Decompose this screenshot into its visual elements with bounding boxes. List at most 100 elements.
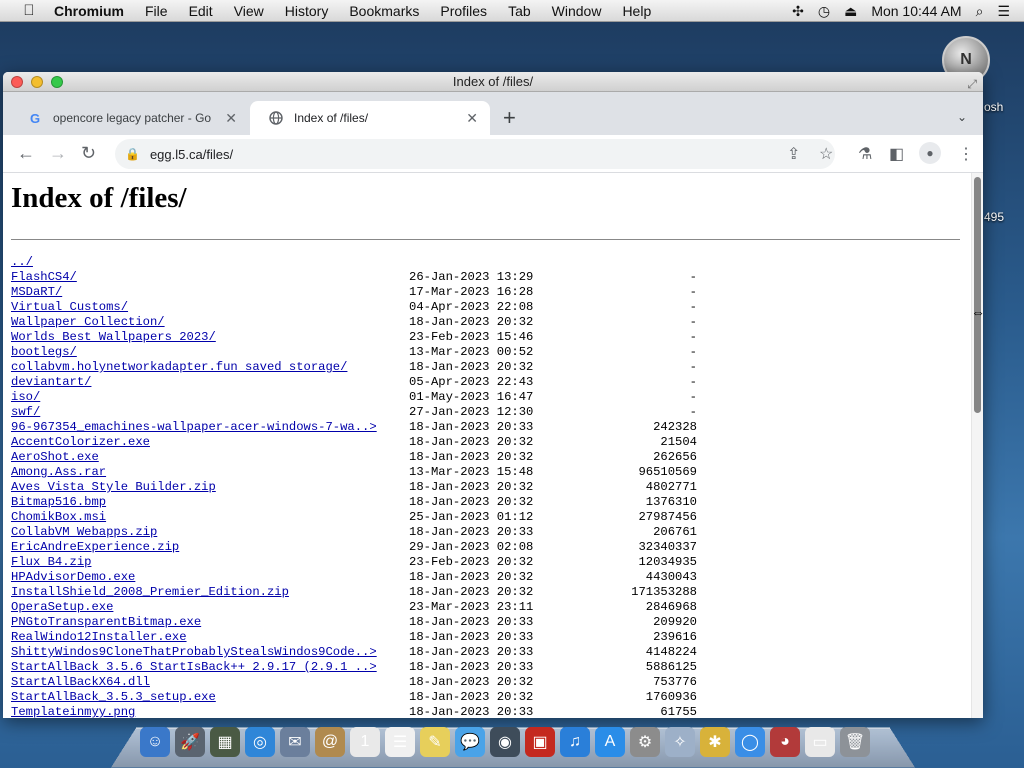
file-link[interactable]: bootlegs/ [11, 345, 77, 360]
file-link[interactable]: StartAllBack 3.5.6 StartIsBack++ 2.9.17 … [11, 660, 377, 675]
file-link[interactable]: Worlds Best Wallpapers 2023/ [11, 330, 216, 345]
chromium-icon[interactable]: ◯ [735, 727, 765, 757]
time-machine-icon[interactable]: ◷ [818, 3, 830, 20]
menu-clock[interactable]: Mon 10:44 AM [871, 3, 961, 19]
mail-icon[interactable]: ✉ [280, 727, 310, 757]
bluetooth-icon[interactable]: ✣ [792, 3, 804, 20]
file-link[interactable]: swf/ [11, 405, 40, 420]
table-row: bootlegs/13-Mar-2023 00:52 - [11, 345, 971, 360]
list-icon[interactable]: ☰ [997, 3, 1010, 20]
window-minimize-button[interactable] [31, 76, 43, 88]
finder-icon[interactable]: ☺ [140, 727, 170, 757]
profile-avatar-icon[interactable]: ● [919, 142, 941, 164]
file-link[interactable]: Templateinmyy.png [11, 705, 135, 718]
apple-menu-icon[interactable]:  [18, 2, 40, 19]
menu-file[interactable]: File [145, 3, 168, 19]
facetime-icon[interactable]: ◉ [490, 727, 520, 757]
system-preferences-icon[interactable]: ⚙ [630, 727, 660, 757]
safari-icon[interactable]: ◎ [245, 727, 275, 757]
file-size: 27987456 [638, 510, 697, 524]
app-store-icon[interactable]: A [595, 727, 625, 757]
trash-icon[interactable]: 🗑 [840, 727, 870, 757]
file-link[interactable]: HPAdvisorDemo.exe [11, 570, 135, 585]
file-link[interactable]: MSDaRT/ [11, 285, 62, 300]
file-link[interactable]: AeroShot.exe [11, 450, 99, 465]
bookmark-star-icon[interactable]: ☆ [819, 144, 833, 164]
table-row: Worlds Best Wallpapers 2023/23-Feb-2023 … [11, 330, 971, 345]
reload-button[interactable]: ↻ [81, 144, 96, 162]
menu-tab[interactable]: Tab [508, 3, 531, 19]
fullscreen-icon[interactable]: ⤢ [967, 74, 977, 94]
spotlight-icon[interactable]: ⌕ [976, 3, 984, 20]
file-link[interactable]: Bitmap516.bmp [11, 495, 106, 510]
vertical-scrollbar[interactable] [971, 173, 983, 718]
mission-control-icon[interactable]: ▦ [210, 727, 240, 757]
address-url[interactable]: egg.l5.ca/files/ [150, 147, 233, 162]
contacts-icon[interactable]: @ [315, 727, 345, 757]
scrollbar-thumb[interactable] [974, 177, 981, 413]
file-link[interactable]: AccentColorizer.exe [11, 435, 150, 450]
calendar-icon[interactable]: 1 [350, 727, 380, 757]
forward-button[interactable]: → [49, 144, 67, 162]
notes-icon[interactable]: ✎ [420, 727, 450, 757]
file-link[interactable]: CollabVM Webapps.zip [11, 525, 157, 540]
menu-help[interactable]: Help [622, 3, 651, 19]
address-bar[interactable]: 🔒 egg.l5.ca/files/ ⇪ ☆ [115, 139, 835, 169]
tab-search-chevron-icon[interactable]: ⌄ [957, 110, 967, 124]
game-icon[interactable]: ◕ [770, 727, 800, 757]
menu-app-name[interactable]: Chromium [54, 3, 124, 19]
file-link[interactable]: RealWindo12Installer.exe [11, 630, 187, 645]
file-link[interactable]: Flux B4.zip [11, 555, 91, 570]
file-link[interactable]: collabvm.holynetworkadapter.fun saved st… [11, 360, 347, 375]
file-date: 27-Jan-2023 12:30 [409, 405, 534, 419]
messages-icon[interactable]: 💬 [455, 727, 485, 757]
file-date: 18-Jan-2023 20:32 [409, 450, 534, 464]
tab-index-files[interactable]: Index of /files/ ✕ [250, 101, 490, 135]
menu-history[interactable]: History [285, 3, 329, 19]
side-panel-icon[interactable]: ◧ [889, 144, 904, 164]
file-link[interactable]: InstallShield_2008_Premier_Edition.zip [11, 585, 289, 600]
menu-window[interactable]: Window [552, 3, 602, 19]
new-tab-button[interactable]: + [503, 107, 516, 129]
eject-icon[interactable]: ⏏ [844, 3, 857, 20]
file-date: 18-Jan-2023 20:32 [409, 570, 534, 584]
launchpad-icon[interactable]: 🚀 [175, 727, 205, 757]
lock-icon[interactable]: 🔒 [125, 147, 140, 161]
file-link[interactable]: Virtual Customs/ [11, 300, 128, 315]
tab-google-search[interactable]: G opencore legacy patcher - Go ✕ [9, 101, 249, 135]
itunes-icon[interactable]: ♫ [560, 727, 590, 757]
file-link[interactable]: StartAllBackX64.dll [11, 675, 150, 690]
mail-window-icon[interactable]: ▭ [805, 727, 835, 757]
window-zoom-button[interactable] [51, 76, 63, 88]
reminders-icon[interactable]: ☰ [385, 727, 415, 757]
file-link[interactable]: Among.Ass.rar [11, 465, 106, 480]
file-link[interactable]: deviantart/ [11, 375, 91, 390]
menu-kebab-icon[interactable]: ⋮ [958, 144, 974, 164]
file-link[interactable]: ShittyWindos9CloneThatProbablyStealsWind… [11, 645, 377, 660]
photo-booth-icon[interactable]: ▣ [525, 727, 555, 757]
wizard-icon[interactable]: ✧ [665, 727, 695, 757]
menu-view[interactable]: View [234, 3, 264, 19]
extensions-icon[interactable]: ⚗ [858, 144, 872, 164]
tab-close-icon[interactable]: ✕ [466, 110, 478, 127]
share-icon[interactable]: ⇪ [787, 144, 800, 164]
back-button[interactable]: ← [17, 144, 35, 162]
window-close-button[interactable] [11, 76, 23, 88]
bee-icon[interactable]: ✱ [700, 727, 730, 757]
file-link[interactable]: PNGtoTransparentBitmap.exe [11, 615, 201, 630]
file-link[interactable]: OperaSetup.exe [11, 600, 113, 615]
menu-bookmarks[interactable]: Bookmarks [349, 3, 419, 19]
menu-profiles[interactable]: Profiles [440, 3, 487, 19]
file-link[interactable]: Wallpaper Collection/ [11, 315, 165, 330]
file-link[interactable]: FlashCS4/ [11, 270, 77, 285]
file-link[interactable]: iso/ [11, 390, 40, 405]
file-link[interactable]: ChomikBox.msi [11, 510, 106, 525]
file-link[interactable]: StartAllBack_3.5.3_setup.exe [11, 690, 216, 705]
file-link[interactable]: ../ [11, 255, 33, 270]
menu-edit[interactable]: Edit [189, 3, 213, 19]
file-link[interactable]: 96-967354_emachines-wallpaper-acer-windo… [11, 420, 377, 435]
window-titlebar[interactable]: Index of /files/ ⤢ [3, 72, 983, 92]
file-link[interactable]: Aves Vista Style Builder.zip [11, 480, 216, 495]
file-link[interactable]: EricAndreExperience.zip [11, 540, 179, 555]
tab-close-icon[interactable]: ✕ [225, 110, 237, 127]
